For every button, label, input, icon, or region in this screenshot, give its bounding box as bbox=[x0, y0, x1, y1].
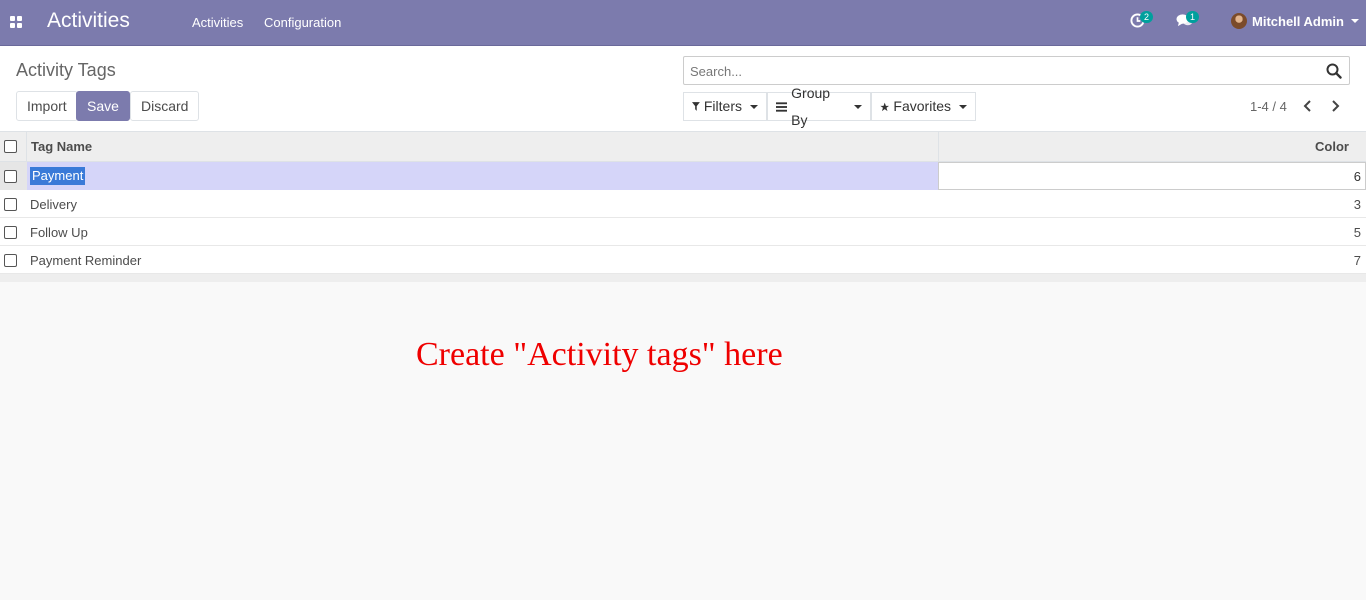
pager-value[interactable]: 1-4 / 4 bbox=[1250, 99, 1287, 114]
list-icon bbox=[776, 101, 788, 112]
table-row[interactable]: Delivery 3 bbox=[0, 190, 1366, 218]
color-value: 7 bbox=[1353, 253, 1361, 268]
table-row[interactable]: Follow Up 5 bbox=[0, 218, 1366, 246]
message-count-badge: 1 bbox=[1186, 11, 1200, 23]
control-panel: Activity Tags Import Save Discard Filter… bbox=[0, 46, 1366, 132]
filter-icon bbox=[692, 102, 700, 111]
color-input[interactable]: 6 bbox=[1354, 169, 1361, 184]
breadcrumb: Activity Tags bbox=[16, 60, 116, 80]
search-input[interactable] bbox=[690, 62, 1310, 80]
color-value: 5 bbox=[1353, 225, 1361, 240]
save-button[interactable]: Save bbox=[76, 91, 130, 121]
tag-name: Payment Reminder bbox=[30, 253, 142, 268]
column-divider bbox=[938, 132, 939, 162]
color-cell[interactable]: 6 bbox=[938, 162, 1366, 190]
chevron-left-icon[interactable] bbox=[1300, 97, 1316, 115]
avatar bbox=[1231, 13, 1247, 29]
annotation-text: Create "Activity tags" here bbox=[416, 336, 783, 373]
row-checkbox[interactable] bbox=[4, 170, 17, 183]
row-checkbox[interactable] bbox=[4, 254, 17, 267]
app-title[interactable]: Activities bbox=[47, 9, 130, 33]
table-row[interactable]: Payment 6 bbox=[0, 162, 1366, 190]
search-box bbox=[683, 56, 1350, 85]
apps-menu-icon[interactable] bbox=[10, 16, 23, 29]
table-row[interactable]: Payment Reminder 7 bbox=[0, 246, 1366, 274]
chevron-down-icon bbox=[1350, 19, 1359, 23]
color-value: 3 bbox=[1353, 197, 1361, 212]
chevron-down-icon bbox=[854, 104, 862, 109]
search-icon[interactable] bbox=[1326, 63, 1342, 79]
user-menu[interactable]: Mitchell Admin bbox=[1231, 13, 1359, 29]
favorites-label: Favorites bbox=[893, 98, 951, 114]
tag-name-input[interactable]: Payment bbox=[30, 167, 86, 185]
menu-activities[interactable]: Activities bbox=[192, 15, 243, 30]
row-checkbox[interactable] bbox=[4, 198, 17, 211]
tag-name: Delivery bbox=[30, 197, 77, 212]
favorites-dropdown[interactable]: Favorites bbox=[871, 92, 976, 121]
list-header: Tag Name Color bbox=[0, 132, 1366, 162]
discard-button[interactable]: Discard bbox=[130, 91, 200, 121]
list-footer bbox=[0, 274, 1366, 282]
star-icon bbox=[880, 102, 890, 111]
row-checkbox[interactable] bbox=[4, 226, 17, 239]
activity-count-badge: 2 bbox=[1140, 11, 1154, 23]
chevron-down-icon bbox=[959, 104, 967, 109]
tag-name: Follow Up bbox=[30, 225, 88, 240]
select-all-cell bbox=[0, 132, 27, 162]
column-header-color[interactable]: Color bbox=[1315, 139, 1349, 154]
row-select-cell bbox=[0, 162, 27, 190]
user-name: Mitchell Admin bbox=[1252, 13, 1344, 29]
import-button[interactable]: Import bbox=[16, 91, 78, 121]
messaging-systray[interactable]: 1 bbox=[1176, 11, 1200, 33]
group-by-dropdown[interactable]: Group By bbox=[767, 85, 871, 128]
filters-label: Filters bbox=[703, 98, 742, 114]
tag-name-cell[interactable]: Payment bbox=[27, 162, 938, 190]
top-navbar: Activities Activities Configuration 2 1 … bbox=[0, 0, 1366, 46]
chevron-right-icon[interactable] bbox=[1327, 97, 1343, 115]
column-header-tag-name[interactable]: Tag Name bbox=[31, 139, 92, 154]
activity-systray[interactable]: 2 bbox=[1130, 11, 1154, 33]
select-all-checkbox[interactable] bbox=[4, 140, 17, 153]
tags-list: Tag Name Color Payment 6 Delivery 3 Foll… bbox=[0, 132, 1366, 282]
chevron-down-icon bbox=[750, 104, 758, 109]
group-by-label: Group By bbox=[791, 84, 831, 128]
menu-configuration[interactable]: Configuration bbox=[264, 15, 341, 30]
filters-dropdown[interactable]: Filters bbox=[683, 92, 767, 121]
